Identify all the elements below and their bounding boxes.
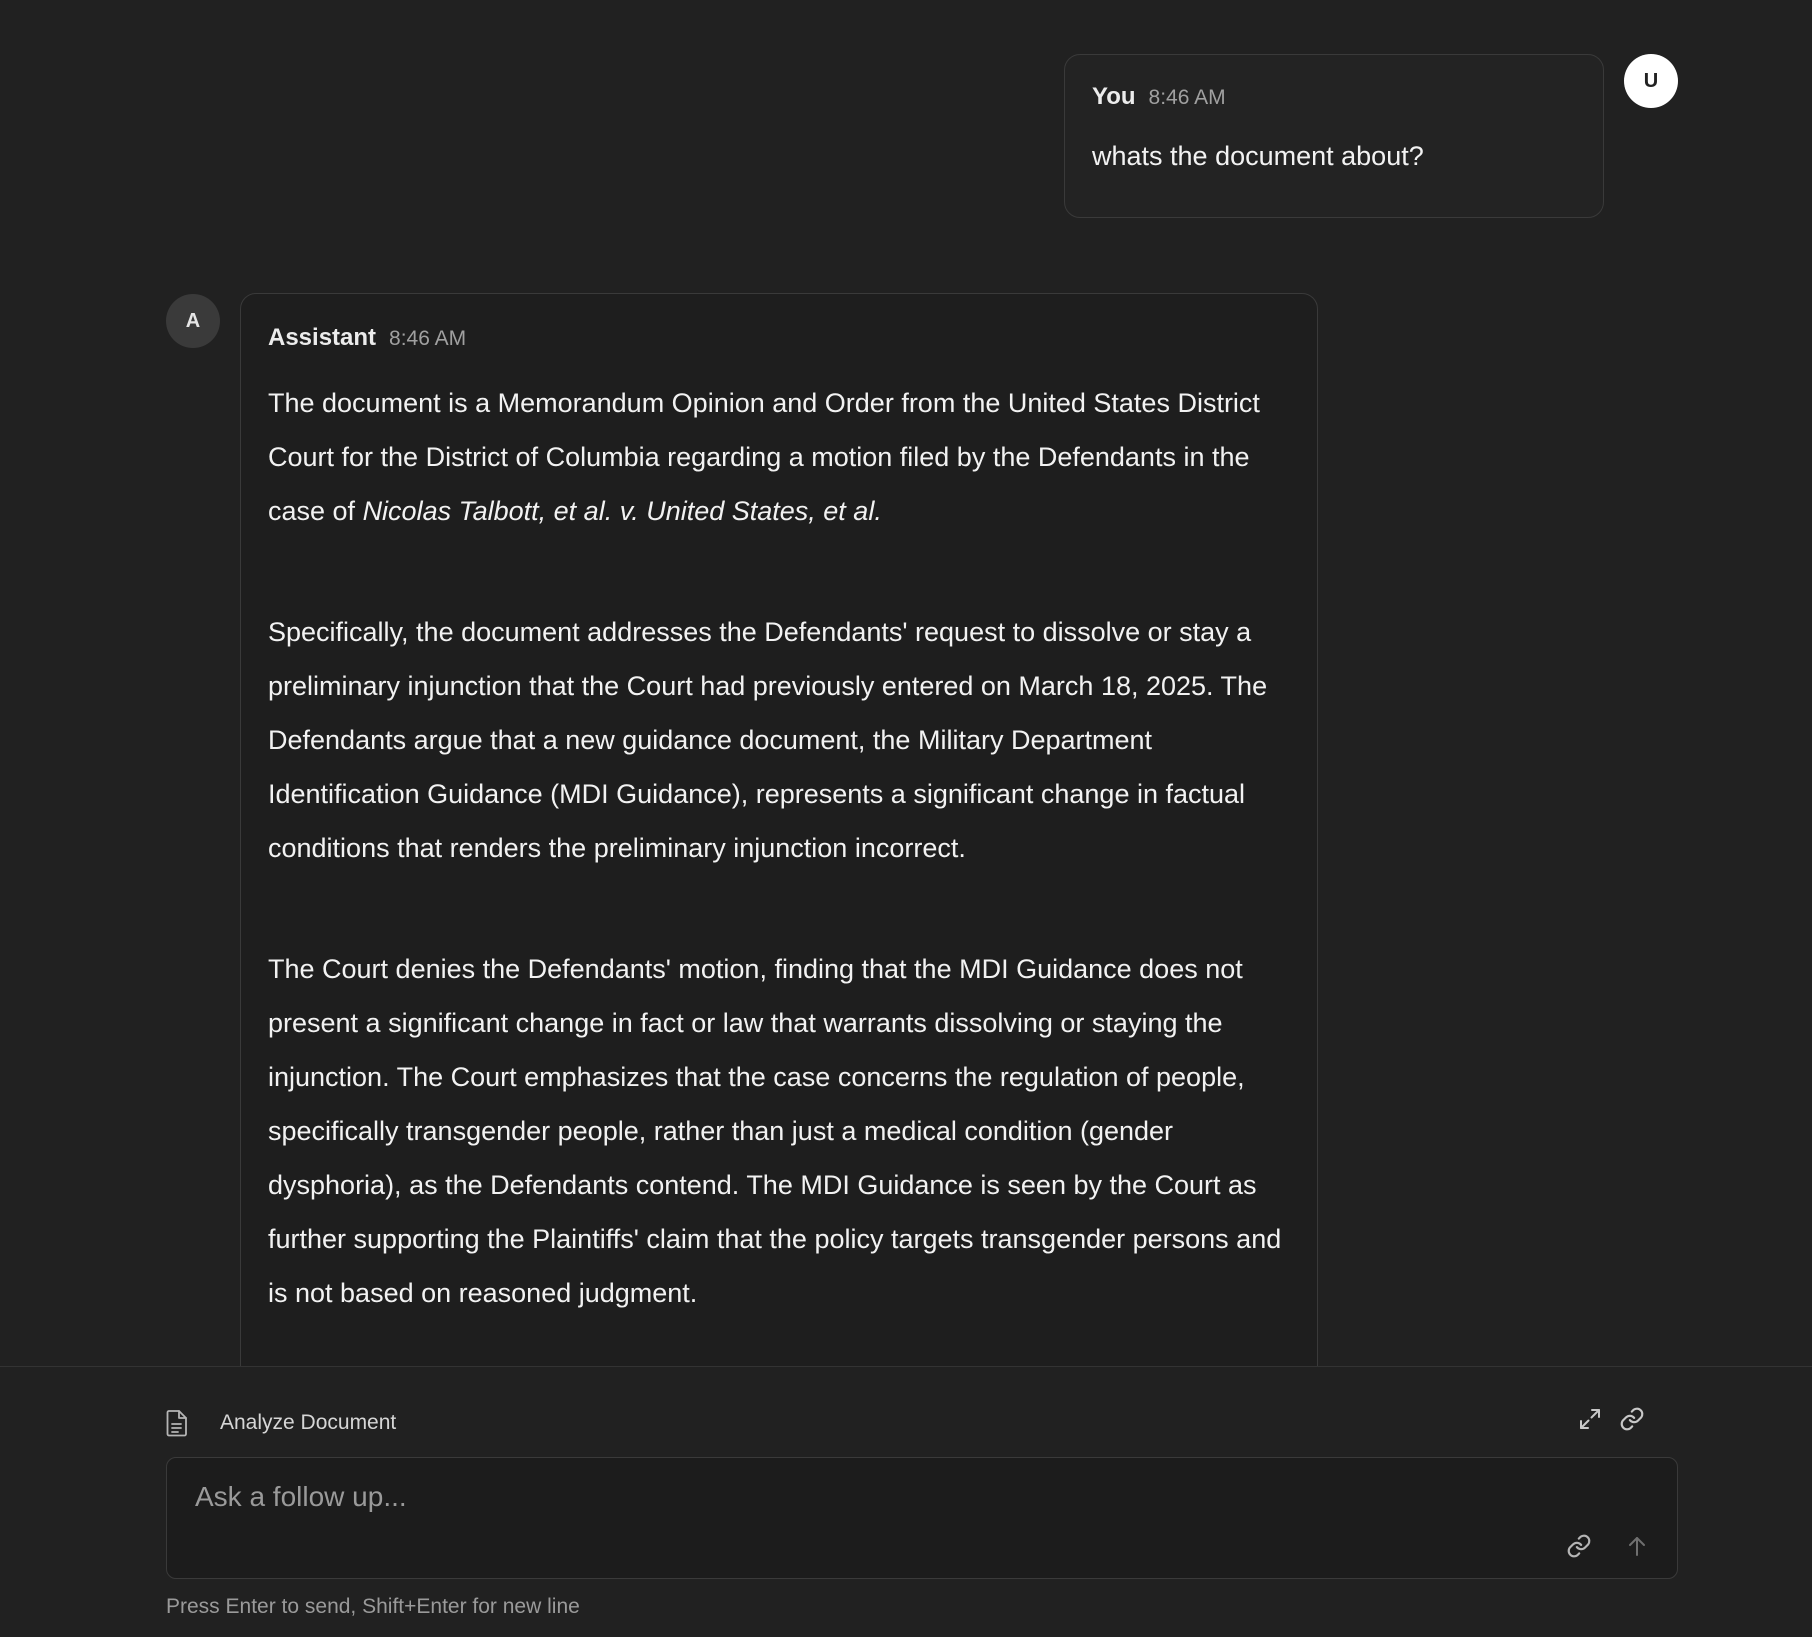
user-message-header: You 8:46 AM [1092, 83, 1576, 111]
chat-transcript: You 8:46 AM whats the document about? U … [0, 0, 1812, 1366]
keyboard-hint: Press Enter to send, Shift+Enter for new… [166, 1595, 580, 1618]
case-name: Nicolas Talbott, et al. v. United States… [362, 496, 882, 526]
user-message-bubble: You 8:46 AM whats the document about? [1064, 54, 1604, 218]
mode-row: Analyze Document [166, 1403, 1646, 1443]
user-message-time: 8:46 AM [1148, 86, 1226, 109]
assistant-sender-name: Assistant [268, 324, 377, 351]
assistant-avatar: A [166, 294, 220, 348]
assistant-paragraph-3: The Court denies the Defendants' motion,… [268, 954, 1282, 1308]
attach-link-icon[interactable] [1565, 1532, 1593, 1560]
input-actions [1565, 1532, 1651, 1560]
assistant-paragraph-2: Specifically, the document addresses the… [268, 617, 1268, 863]
assistant-avatar-letter: A [185, 309, 201, 332]
follow-up-input[interactable] [193, 1476, 1577, 1518]
assistant-message-time: 8:46 AM [389, 327, 467, 350]
user-sender-name: You [1092, 83, 1136, 110]
expand-icon[interactable] [1576, 1405, 1604, 1433]
analyze-document-label: Analyze Document [220, 1411, 397, 1434]
composer-panel: Analyze Document Ask a follow up... Pres… [0, 1366, 1812, 1637]
document-icon [166, 1408, 192, 1438]
user-message-text: whats the document about? [1092, 141, 1424, 171]
assistant-paragraph-1: The document is a Memorandum Opinion and… [268, 376, 1290, 538]
assistant-message-bubble: Assistant 8:46 AM The document is a Memo… [240, 293, 1318, 1366]
send-arrow-up-icon[interactable] [1623, 1532, 1651, 1560]
follow-up-input-box [166, 1457, 1678, 1579]
link-icon[interactable] [1618, 1405, 1646, 1433]
composer-top-actions [1576, 1405, 1646, 1433]
user-avatar-letter: U [1643, 69, 1659, 92]
assistant-message-header: Assistant 8:46 AM [268, 324, 1290, 352]
user-avatar: U [1624, 54, 1678, 108]
